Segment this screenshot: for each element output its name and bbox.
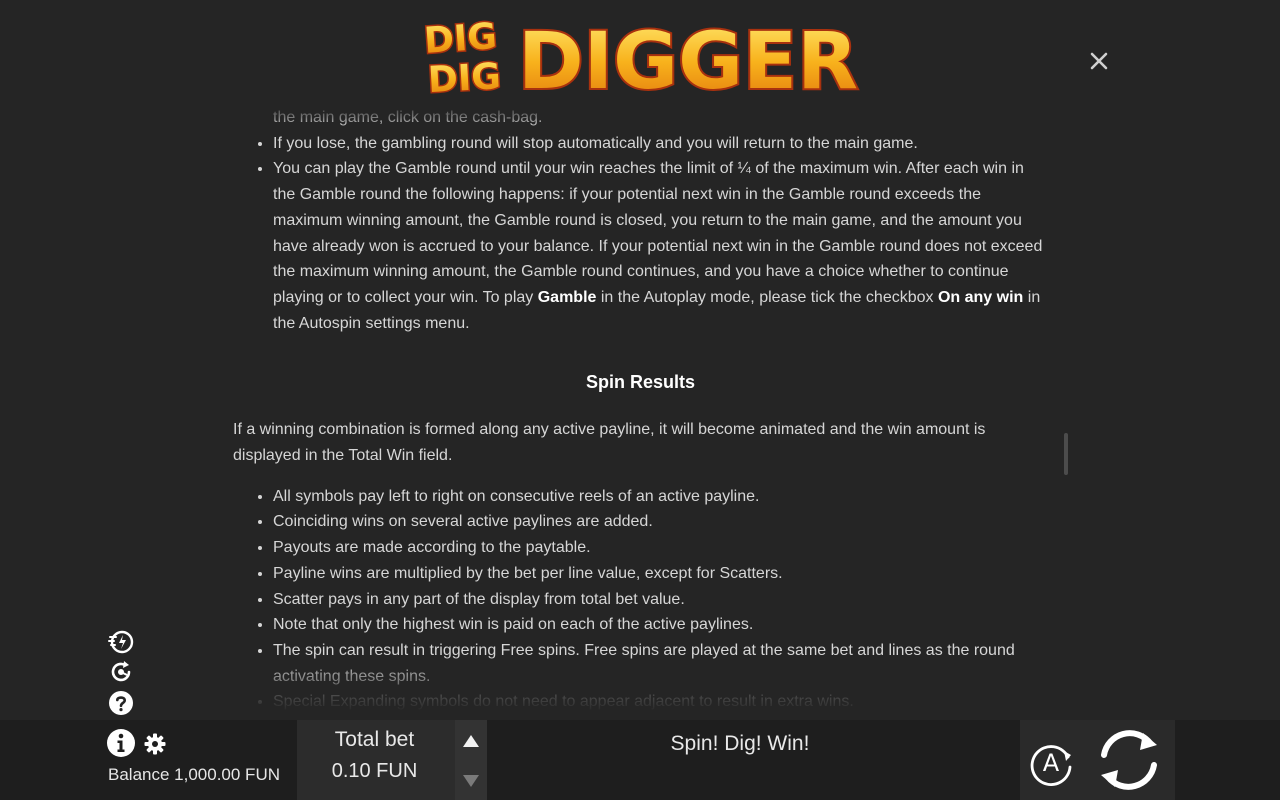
autoplay-letter: A [1043,749,1060,777]
spin-results-list: All symbols pay left to right on consecu… [233,484,1048,712]
turbo-button[interactable] [108,628,134,654]
logo-digger: DIGGER [518,17,858,98]
help-content[interactable]: the main game, click on the cash-bag. If… [233,100,1048,712]
scrollbar-thumb[interactable] [1064,433,1068,475]
list-item: Payouts are made according to the paytab… [273,535,1048,561]
help-question-icon [109,691,133,715]
section-title: Spin Results [585,372,696,393]
info-button[interactable] [106,728,136,758]
quick-spin-icon [111,661,131,682]
list-item: the main game, click on the cash-bag. [273,109,543,126]
list-item: All symbols pay left to right on consecu… [273,484,1048,510]
game-help-screen: DIG DIG DIGGER the main game, click on t… [0,0,1280,800]
balance-display: Balance 1,000.00 FUN [108,765,280,784]
autoplay-button[interactable]: A [1026,737,1076,787]
close-button[interactable] [1086,48,1112,74]
list-item: You can play the Gamble round until your… [273,156,1048,336]
bet-increase-button[interactable] [463,735,479,747]
info-icon [107,729,135,757]
list-item: Scatter pays in any part of the display … [273,587,1048,613]
game-tagline: Spin! Dig! Win! [670,732,810,755]
gear-icon [144,733,166,755]
list-item: Note that only the highest win is paid o… [273,612,1048,638]
bet-decrease-button[interactable] [463,775,479,787]
bet-arrows-panel [455,720,487,800]
spin-icon [1101,730,1157,790]
help-button[interactable] [108,690,134,716]
close-icon [1090,52,1108,70]
list-item: Payline wins are multiplied by the bet p… [273,561,1048,587]
total-bet-label: Total bet [334,728,415,751]
spin-button[interactable] [1094,727,1164,793]
settings-button[interactable] [144,733,166,755]
logo-dig-bottom: DIG [427,56,502,98]
list-item: The spin can result in triggering Free s… [273,638,1048,689]
game-logo: DIG DIG DIGGER [418,8,864,98]
total-bet-value: 0.10 FUN [331,760,418,782]
gamble-rules-list: the main game, click on the cash-bag. If… [233,105,1048,336]
autoplay-icon: A [1030,745,1072,786]
list-item: Special Expanding symbols do not need to… [273,689,1048,712]
turbo-icon [108,630,134,654]
help-content-inner: the main game, click on the cash-bag. If… [233,100,1048,712]
list-item: If you lose, the gambling round will sto… [273,131,1048,157]
list-item: Coinciding wins on several active paylin… [273,509,1048,535]
section-intro: If a winning combination is formed along… [233,421,986,465]
logo-dig-top: DIG [423,16,499,62]
quick-spin-button[interactable] [108,659,134,685]
